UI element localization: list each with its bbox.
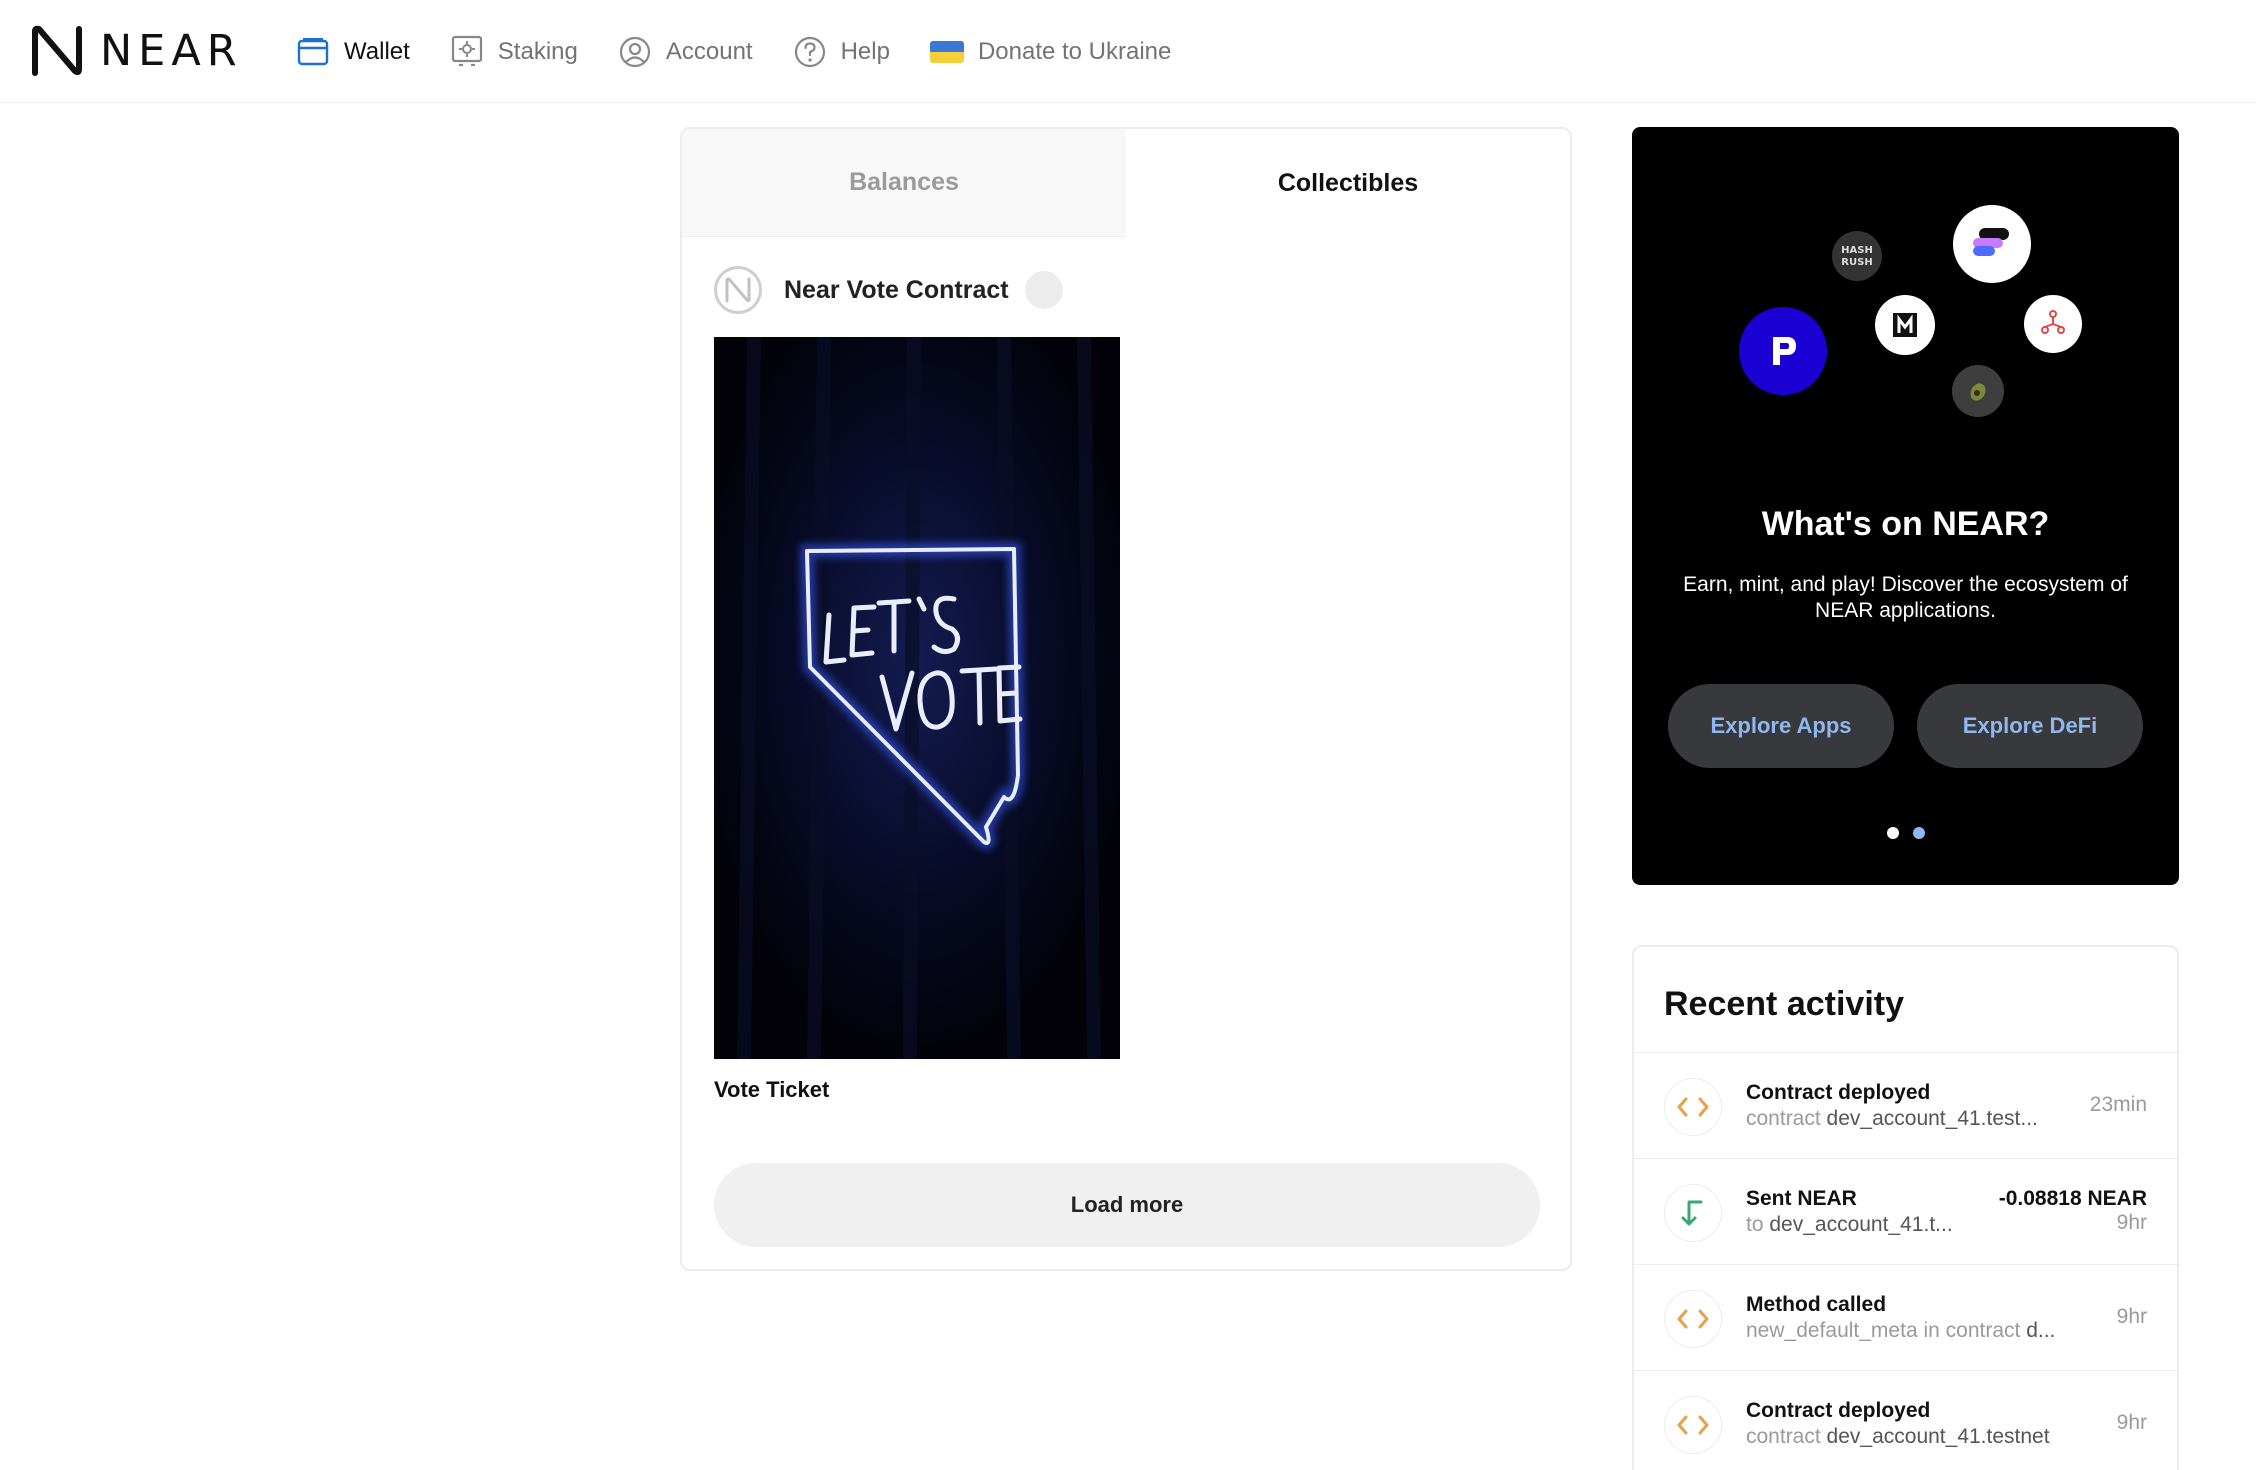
load-more-button[interactable]: Load more [714, 1163, 1540, 1247]
activity-list: Contract deployed contract dev_account_4… [1634, 1052, 2177, 1470]
nav-account[interactable]: Account [618, 35, 753, 69]
whats-on-near-card: HASH RUSH What's on NEAR? Earn, mint, and… [1632, 127, 2179, 885]
ref-finance-logo[interactable] [2024, 295, 2082, 353]
nav-help[interactable]: Help [793, 35, 890, 69]
activity-time: 9hr [2116, 1411, 2147, 1434]
promo-description: Earn, mint, and play! Discover the ecosy… [1683, 573, 2128, 622]
ukraine-flag-icon [929, 40, 964, 63]
code-icon [1664, 1396, 1722, 1454]
tab-collectibles[interactable]: Collectibles [1126, 129, 1570, 237]
nav-wallet[interactable]: Wallet [296, 35, 410, 69]
activity-title: Method called [1746, 1293, 1887, 1316]
activity-item[interactable]: Contract deployed contract dev_account_4… [1634, 1371, 2177, 1470]
sent-arrow-icon [1664, 1184, 1722, 1242]
mintbase-logo[interactable] [1875, 295, 1935, 355]
code-icon [1664, 1290, 1722, 1348]
carousel-dot[interactable] [1886, 827, 1899, 839]
carousel-dot-active[interactable] [1912, 827, 1925, 839]
staking-icon [450, 35, 484, 69]
activity-title: Sent NEAR [1746, 1187, 1857, 1210]
near-logo-icon [32, 25, 82, 76]
recent-activity-heading: Recent activity [1664, 985, 1904, 1023]
activity-meta: 9hr [2117, 1411, 2147, 1435]
activity-amount: -0.08818 NEAR [1998, 1187, 2147, 1210]
activity-time: 9hr [2116, 1305, 2147, 1328]
nav-donate-ukraine[interactable]: Donate to Ukraine [929, 37, 1172, 66]
logo-text: NEAR [100, 26, 243, 76]
nav-account-label: Account [665, 37, 753, 65]
near-collection-icon [714, 266, 762, 314]
nav-help-label: Help [840, 37, 890, 65]
activity-detail: to dev_account_41.t... [1746, 1213, 1953, 1236]
tab-balances[interactable]: Balances [682, 129, 1126, 237]
paras-logo[interactable] [1739, 307, 1827, 395]
nav-staking-label: Staking [497, 37, 578, 65]
hash-rush-logo[interactable]: HASH RUSH [1832, 231, 1882, 281]
help-icon [793, 35, 827, 69]
activity-title: Contract deployed [1746, 1081, 1931, 1104]
activity-meta: 9hr [2117, 1305, 2147, 1329]
code-icon [1664, 1078, 1722, 1136]
recent-activity-card: Recent activity Contract deployed contra… [1632, 945, 2179, 1470]
promo-title: What's on NEAR? [1761, 505, 2050, 543]
collection-header: Near Vote Contract [714, 266, 1063, 314]
assets-card: Balances Collectibles Near Vote Contract [680, 127, 1572, 1271]
carousel-dots [1632, 827, 2179, 839]
near-logo[interactable]: NEAR [30, 25, 243, 77]
collection-name: Near Vote Contract [784, 275, 1009, 304]
activity-meta: 23min [2090, 1093, 2147, 1117]
activity-time: 9hr [2116, 1211, 2147, 1234]
top-header: NEAR Wallet Staking Account Help Donate … [0, 0, 2256, 103]
activity-title: Contract deployed [1746, 1399, 1931, 1422]
activity-detail: new_default_meta in contract d... [1746, 1319, 2056, 1342]
nft-image-vote-ticket[interactable] [714, 337, 1120, 1059]
main-nav: Wallet Staking Account Help Donate to Uk… [296, 0, 1211, 103]
svg-text:HASH: HASH [1841, 245, 1873, 256]
activity-time: 23min [2089, 1093, 2147, 1116]
explore-apps-button[interactable]: Explore Apps [1668, 684, 1894, 768]
svg-text:RUSH: RUSH [1841, 257, 1872, 268]
account-icon [618, 35, 652, 69]
activity-item[interactable]: Sent NEAR to dev_account_41.t... -0.0881… [1634, 1159, 2177, 1265]
asset-tabs: Balances Collectibles [682, 129, 1570, 237]
nav-wallet-label: Wallet [344, 37, 410, 65]
activity-meta: -0.08818 NEAR 9hr [1999, 1187, 2147, 1235]
explore-defi-button[interactable]: Explore DeFi [1917, 684, 2143, 768]
neon-vote-sign-image [714, 337, 1120, 1059]
activity-detail: contract dev_account_41.test... [1746, 1107, 2038, 1130]
wallet-icon [296, 35, 330, 69]
activity-item[interactable]: Contract deployed contract dev_account_4… [1634, 1053, 2177, 1159]
flux-logo[interactable] [1953, 205, 2031, 283]
collection-count-badge [1024, 271, 1063, 309]
avocado-logo[interactable] [1952, 365, 2004, 417]
nft-title: Vote Ticket [714, 1077, 830, 1102]
activity-item[interactable]: Method called new_default_meta in contra… [1634, 1265, 2177, 1371]
nav-donate-label: Donate to Ukraine [977, 37, 1172, 65]
nav-staking[interactable]: Staking [450, 35, 578, 69]
activity-detail: contract dev_account_41.testnet [1746, 1425, 2050, 1448]
